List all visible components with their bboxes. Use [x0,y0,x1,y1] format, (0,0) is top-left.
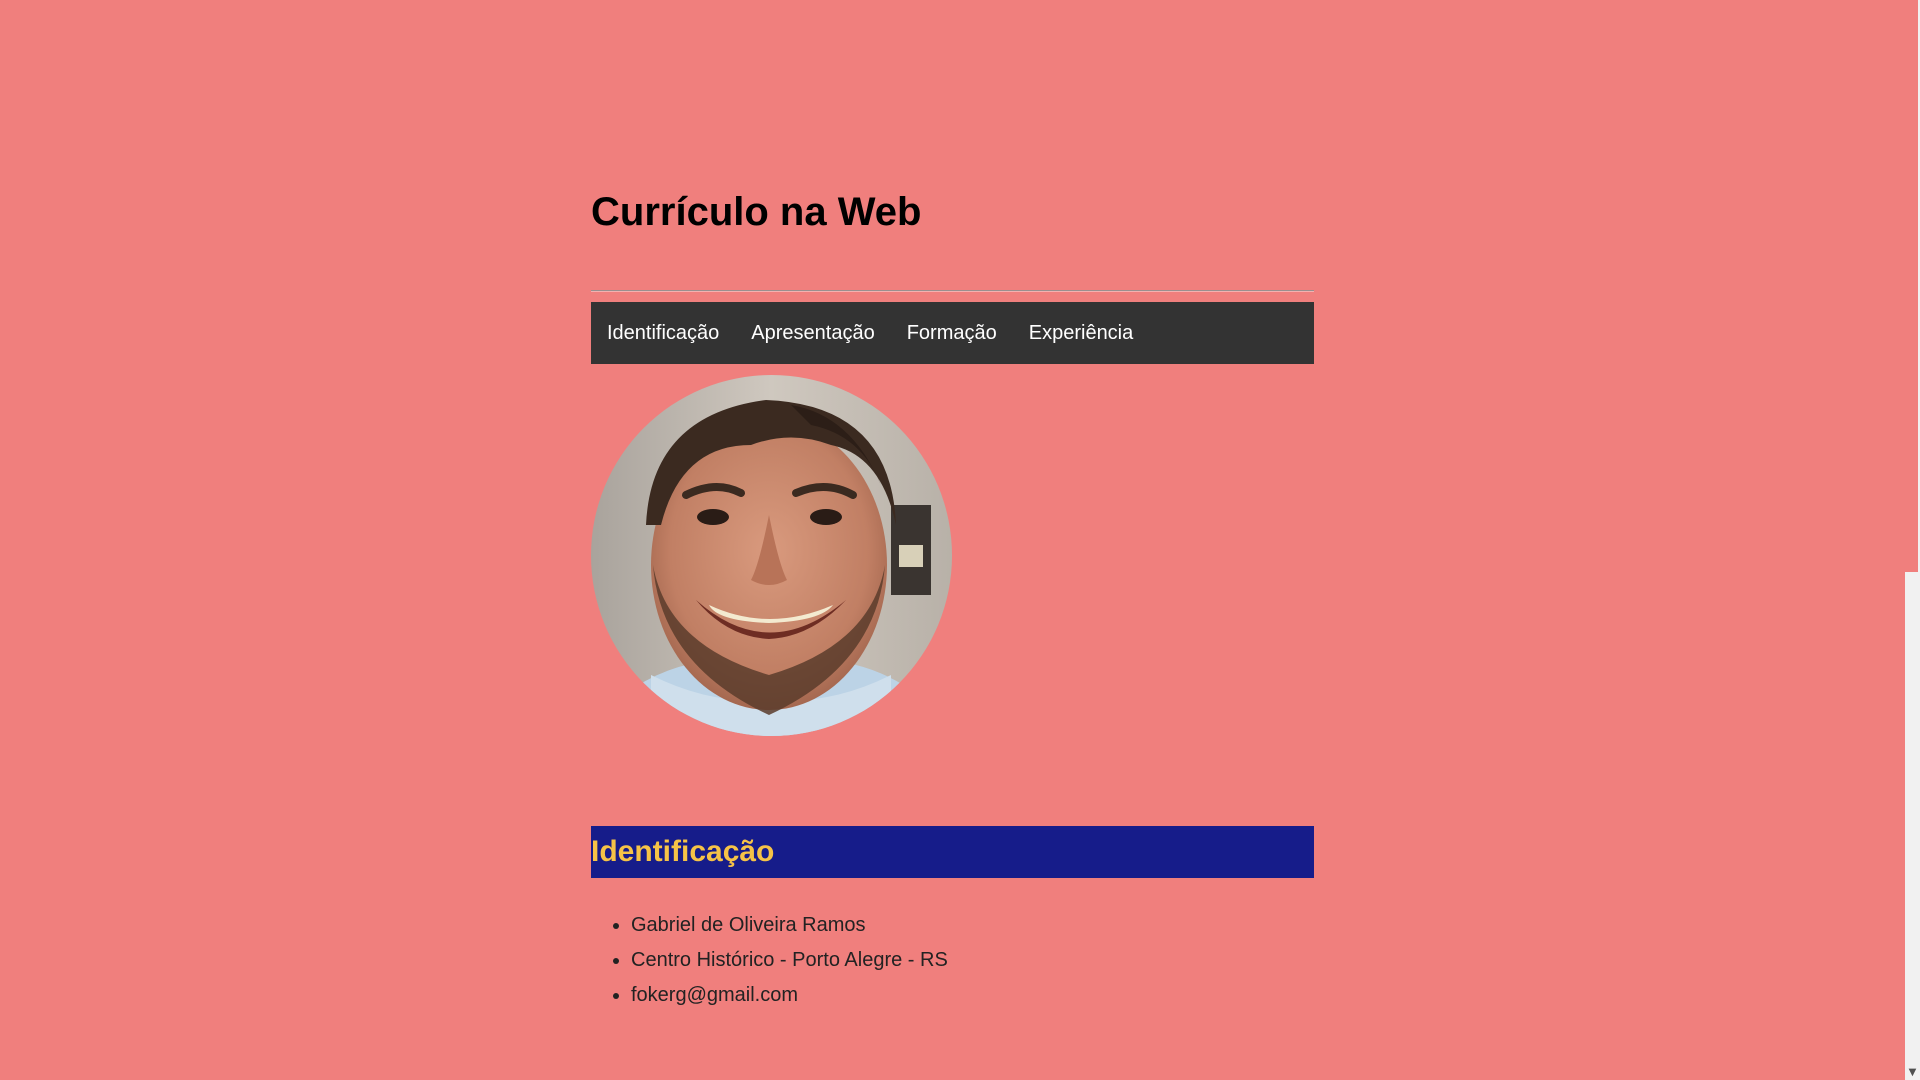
scroll-down-arrow-icon[interactable]: ▼ [1905,1065,1920,1080]
scrollbar-thumb[interactable] [1905,0,1918,572]
vertical-scrollbar[interactable]: ▼ [1905,0,1920,1080]
profile-photo-illustration [591,375,952,736]
nav-item-identificacao[interactable]: Identificação [607,322,719,345]
profile-photo [591,375,952,736]
section-header-identificacao: Identificação [591,826,1314,878]
section-title: Identificação [591,835,775,868]
nav-item-experiencia[interactable]: Experiência [1029,322,1134,345]
identification-list: Gabriel de Oliveira Ramos Centro Históri… [591,908,948,1013]
nav-item-formacao[interactable]: Formação [907,322,997,345]
list-item-email: fokerg@gmail.com [631,978,948,1013]
page: Currículo na Web Identificação Apresenta… [0,0,1920,1080]
page-title: Currículo na Web [591,190,922,234]
list-item-address: Centro Histórico - Porto Alegre - RS [631,943,948,978]
title-divider [591,290,1314,292]
nav-item-apresentacao[interactable]: Apresentação [751,322,874,345]
list-item-name: Gabriel de Oliveira Ramos [631,908,948,943]
main-nav: Identificação Apresentação Formação Expe… [591,302,1314,364]
